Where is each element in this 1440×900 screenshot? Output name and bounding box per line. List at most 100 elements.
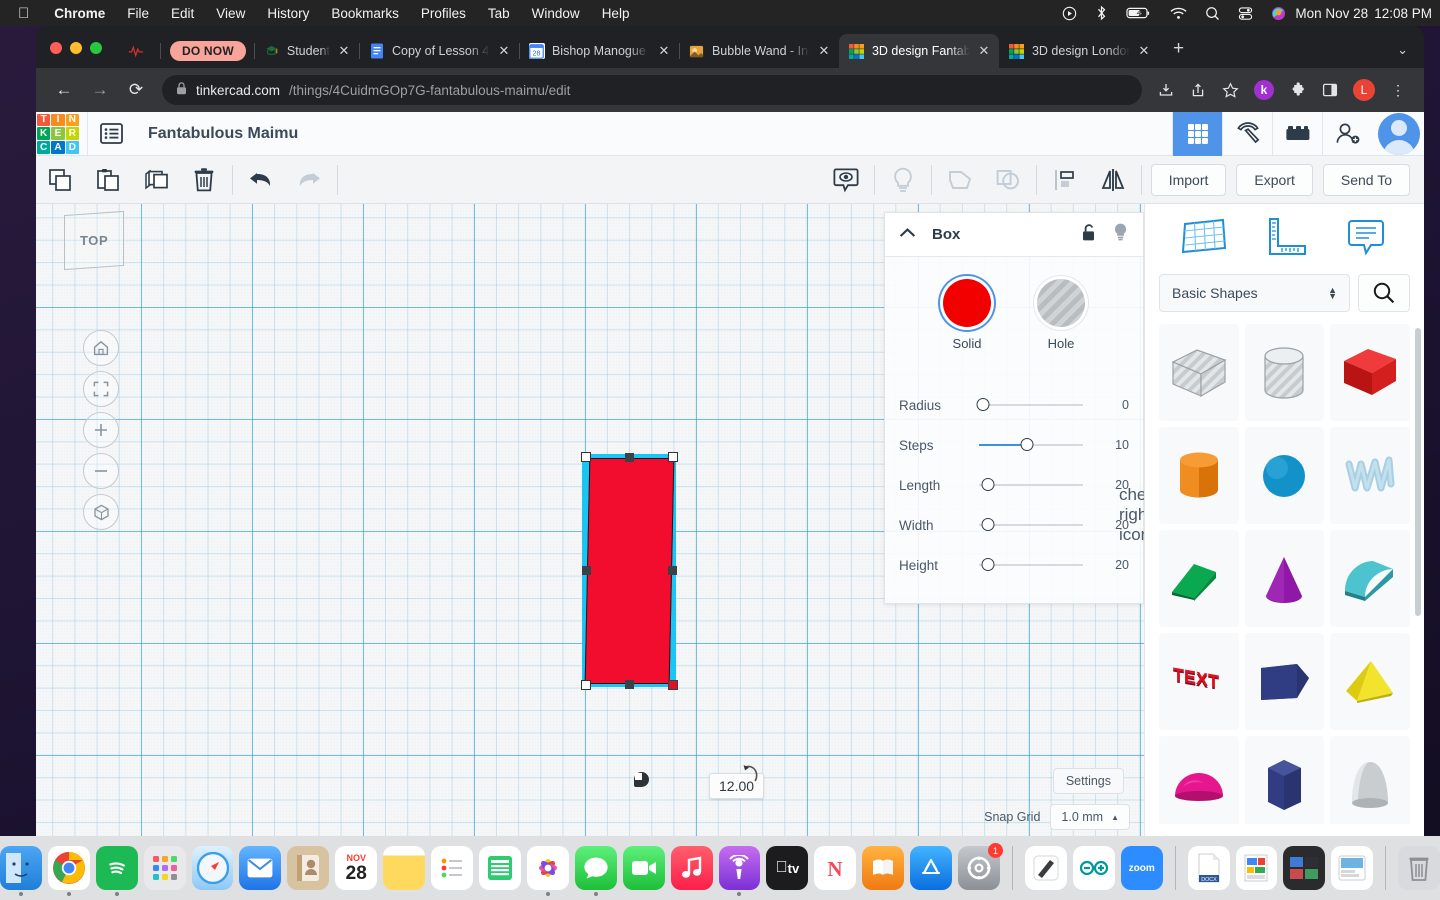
- view-cube[interactable]: TOP: [64, 210, 124, 271]
- shape-item-cone[interactable]: [1244, 530, 1325, 627]
- rotate-handle-icon[interactable]: [742, 764, 760, 790]
- slider-track[interactable]: [976, 398, 1083, 412]
- edge-handle-bottom[interactable]: [624, 680, 634, 689]
- close-icon[interactable]: ✕: [977, 43, 991, 59]
- menubar-clock[interactable]: 12:08 PM: [1370, 6, 1440, 21]
- list-menu-icon[interactable]: [88, 112, 134, 156]
- edge-handle-top[interactable]: [624, 453, 634, 462]
- shape-item-text[interactable]: TEXT TEXT: [1159, 633, 1239, 730]
- dock-item-reminders[interactable]: [431, 846, 473, 890]
- delete-trash-icon[interactable]: [180, 156, 228, 204]
- slider-knob[interactable]: [981, 558, 995, 571]
- duplicate-icon[interactable]: [132, 156, 180, 204]
- snap-grid-dropdown[interactable]: 1.0 mm ▲: [1050, 804, 1130, 830]
- shape-search-button[interactable]: [1358, 274, 1410, 312]
- dock-item-appstore[interactable]: [910, 846, 953, 890]
- tab-search-button[interactable]: ⌄: [1393, 42, 1424, 68]
- menu-edit[interactable]: Edit: [160, 6, 205, 21]
- address-bar[interactable]: tinkercad.com/things/4CuidmGOp7G-fantabu…: [162, 75, 1142, 105]
- tab-student[interactable]: Student ✕: [253, 34, 359, 68]
- mirror-flip-icon[interactable]: [1089, 156, 1137, 204]
- dock-item-appletv[interactable]: tv: [766, 846, 809, 890]
- dock-item-docx-file[interactable]: DOCX: [1187, 846, 1230, 890]
- menu-help[interactable]: Help: [591, 6, 641, 21]
- dock-item-calendar[interactable]: NOV 28: [335, 846, 378, 890]
- tab-do-now[interactable]: DO NOW: [160, 34, 254, 68]
- settings-button[interactable]: Settings: [1052, 768, 1124, 794]
- sidepanel-icon[interactable]: [1316, 76, 1344, 104]
- dock-item-mail[interactable]: [239, 846, 282, 890]
- minimize-window-button[interactable]: [70, 42, 82, 54]
- close-icon[interactable]: ✕: [817, 43, 831, 59]
- home-view-icon[interactable]: [83, 330, 119, 366]
- zoom-in-icon[interactable]: [83, 412, 119, 448]
- page-title[interactable]: Fantabulous Maimu: [134, 125, 298, 143]
- dock-item-screens[interactable]: [1283, 846, 1326, 890]
- shape-item-scribble[interactable]: [1330, 427, 1410, 524]
- solid-color-swatch[interactable]: [943, 279, 991, 327]
- close-window-button[interactable]: [50, 42, 62, 54]
- dock-item-news[interactable]: N: [814, 846, 857, 890]
- dock-item-safari[interactable]: [191, 846, 234, 890]
- extensions-puzzle-icon[interactable]: [1284, 76, 1312, 104]
- edge-handle-left[interactable]: [582, 566, 591, 575]
- shape-center-handle[interactable]: [634, 772, 649, 787]
- user-avatar-icon[interactable]: [1262, 6, 1295, 21]
- tab-heartbeat[interactable]: [114, 34, 160, 68]
- send-to-button[interactable]: Send To: [1322, 163, 1410, 196]
- lego-brick-icon[interactable]: [1272, 112, 1322, 156]
- profile-avatar-icon[interactable]: L: [1353, 79, 1375, 101]
- menu-file[interactable]: File: [116, 6, 160, 21]
- ungroup-icon[interactable]: [984, 156, 1032, 204]
- search-icon[interactable]: [1196, 6, 1229, 21]
- chevron-up-icon[interactable]: [899, 226, 916, 243]
- menu-history[interactable]: History: [256, 6, 320, 21]
- tab-bubble-wand[interactable]: Bubble Wand - Instr ✕: [678, 34, 839, 68]
- shape-item-paraboloid[interactable]: [1330, 736, 1410, 824]
- shape-item-pyramid[interactable]: [1330, 633, 1410, 730]
- dock-item-finder[interactable]: [0, 846, 42, 896]
- user-avatar-icon[interactable]: [1378, 112, 1420, 155]
- hole-option[interactable]: Hole: [1037, 279, 1085, 351]
- box-body[interactable]: [584, 458, 675, 684]
- tab-3d-design-fantabulous[interactable]: 3D design Fantabulo ✕: [838, 34, 999, 68]
- wifi-icon[interactable]: [1161, 7, 1196, 20]
- note-eye-icon[interactable]: [822, 156, 870, 204]
- dock-item-spotify[interactable]: [95, 846, 138, 896]
- shape-item-wedge[interactable]: [1159, 530, 1239, 627]
- install-icon[interactable]: [1152, 76, 1180, 104]
- dock-item-photos[interactable]: [526, 846, 569, 896]
- edge-handle-right[interactable]: [668, 566, 677, 575]
- shape-gallery-scrollbar[interactable]: [1415, 328, 1421, 616]
- shape-item-cylinder[interactable]: [1159, 427, 1239, 524]
- 3d-canvas[interactable]: TOP 12.00 Settings Snap Grid 1.0 mm ▲ Bo…: [36, 204, 1144, 836]
- menubar-date[interactable]: Mon Nov 28: [1295, 6, 1370, 21]
- dock-item-zoom[interactable]: zoom: [1120, 846, 1163, 890]
- new-tab-button[interactable]: +: [1159, 38, 1198, 68]
- shape-item-roof[interactable]: [1330, 530, 1410, 627]
- close-icon[interactable]: ✕: [337, 43, 351, 59]
- back-icon[interactable]: ←: [49, 75, 79, 105]
- menu-window[interactable]: Window: [521, 6, 591, 21]
- control-center-icon[interactable]: [1229, 6, 1262, 21]
- orthographic-view-icon[interactable]: [83, 494, 119, 530]
- close-icon[interactable]: ✕: [497, 43, 511, 59]
- dock-item-podcasts[interactable]: [718, 846, 761, 896]
- menu-bookmarks[interactable]: Bookmarks: [320, 6, 410, 21]
- slider-value[interactable]: 0: [1095, 398, 1129, 412]
- corner-handle-tr[interactable]: [668, 452, 678, 462]
- corner-handle-tl[interactable]: [581, 452, 591, 462]
- dock-item-notes[interactable]: [383, 846, 426, 890]
- shape-item-polygon-prism[interactable]: [1244, 633, 1325, 730]
- shape-category-select[interactable]: Basic Shapes ▲ ▼: [1159, 274, 1350, 312]
- corner-handle-bl[interactable]: [581, 680, 591, 690]
- slider-knob[interactable]: [976, 398, 990, 411]
- shape-item-box[interactable]: [1330, 324, 1410, 421]
- reload-icon[interactable]: ⟳: [121, 75, 151, 105]
- dock-item-launchpad[interactable]: [143, 846, 186, 890]
- undo-icon[interactable]: [237, 156, 285, 204]
- hole-swatch[interactable]: [1037, 279, 1085, 327]
- solid-option[interactable]: Solid: [943, 279, 991, 351]
- dock-item-chrome[interactable]: [47, 846, 90, 896]
- slider-knob[interactable]: [981, 478, 995, 491]
